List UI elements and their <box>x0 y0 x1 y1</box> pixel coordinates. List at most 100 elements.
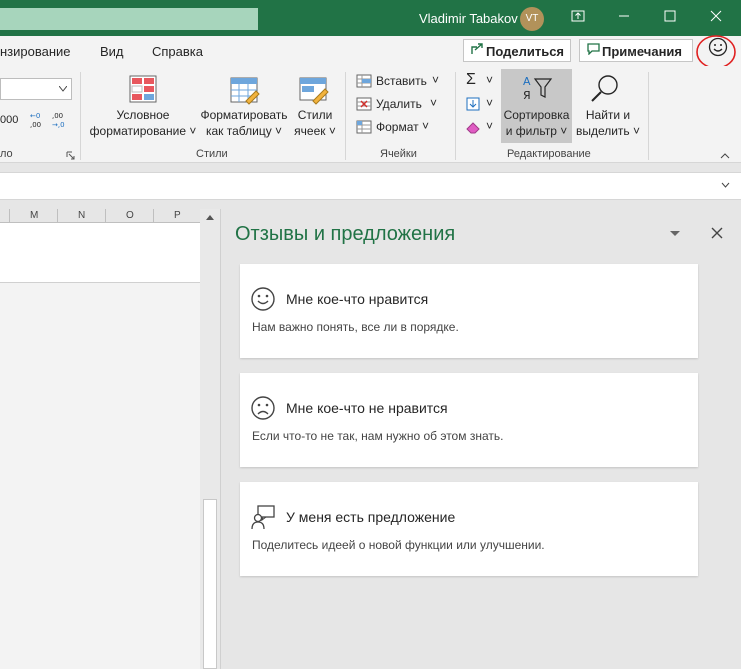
sheet-area[interactable] <box>0 283 200 669</box>
fill-button[interactable]: ˅ <box>466 95 496 115</box>
cells-group-label: Ячейки <box>380 148 417 160</box>
insert-cells-icon <box>356 74 372 88</box>
column-header[interactable]: O <box>126 210 134 221</box>
format-cells-icon <box>356 120 372 134</box>
number-format-dropdown[interactable] <box>0 78 72 100</box>
pane-options-icon[interactable] <box>670 231 680 237</box>
chevron-down-icon: ˅ <box>486 96 494 110</box>
vertical-scrollbar[interactable] <box>200 209 220 669</box>
feedback-dislike-card[interactable]: Мне кое-что не нравится Если что-то не т… <box>240 373 698 467</box>
format-as-table-label-1: Форматировать <box>200 108 288 122</box>
feedback-like-card[interactable]: Мне кое-что нравится Нам важно понять, в… <box>240 264 698 358</box>
card-subtitle: Нам важно понять, все ли в порядке. <box>252 320 459 334</box>
chevron-down-icon: ˅ <box>430 96 438 110</box>
number-group-label: ло <box>0 148 13 160</box>
feedback-suggestion-card[interactable]: У меня есть предложение Поделитесь идеей… <box>240 482 698 576</box>
comments-label: Примечания <box>602 44 683 59</box>
divider <box>345 72 346 160</box>
chevron-down-icon: ˅ <box>422 119 430 133</box>
clear-button[interactable]: ˅ <box>466 118 496 138</box>
card-title: У меня есть предложение <box>286 509 456 525</box>
delete-cells-icon <box>356 97 372 111</box>
column-header[interactable]: N <box>78 210 85 221</box>
eraser-icon <box>466 122 480 134</box>
chevron-down-icon: ˅ <box>325 124 336 138</box>
scrollbar-thumb[interactable] <box>203 499 217 669</box>
close-window-icon[interactable] <box>706 8 726 28</box>
editing-group-label: Редактирование <box>507 148 591 160</box>
scroll-up-icon[interactable] <box>205 213 215 221</box>
conditional-formatting-icon <box>129 75 157 103</box>
suggestion-icon <box>251 505 275 530</box>
avatar[interactable]: VT <box>520 7 544 31</box>
expand-formula-bar-icon[interactable] <box>721 182 730 188</box>
sort-filter-label-1: Сортировка <box>503 108 570 122</box>
card-title: Мне кое-что нравится <box>286 291 429 307</box>
minimize-icon[interactable] <box>614 8 634 28</box>
sigma-icon: Σ <box>466 71 476 88</box>
user-name[interactable]: Vladimir Tabakov <box>419 11 518 26</box>
frown-icon <box>251 396 275 420</box>
divider <box>455 72 456 160</box>
conditional-formatting-label-2: форматирование <box>89 124 186 138</box>
sort-filter-label-2: и фильтр <box>505 124 557 138</box>
comment-icon <box>587 43 600 58</box>
divider <box>80 72 81 160</box>
card-subtitle: Если что-то не так, нам нужно об этом зн… <box>252 429 504 443</box>
svg-text:,00: ,00 <box>52 112 63 120</box>
cell-styles-label-2: ячеек <box>294 124 326 138</box>
magnifier-icon <box>591 75 618 102</box>
svg-text:→,0: →,0 <box>52 121 65 129</box>
thousands-format-fragment[interactable]: 000 <box>0 114 18 126</box>
search-box[interactable] <box>0 8 258 30</box>
format-as-table-label-2: как таблицу <box>205 124 272 138</box>
close-pane-icon[interactable] <box>711 227 723 239</box>
chevron-down-icon: ˅ <box>556 124 568 138</box>
formula-bar[interactable] <box>0 172 741 200</box>
chevron-down-icon: ˅ <box>486 119 494 133</box>
ribbon-display-options-icon[interactable] <box>568 8 588 28</box>
divider <box>648 72 649 160</box>
styles-group-label: Стили <box>196 148 228 160</box>
svg-text:,00: ,00 <box>30 121 41 129</box>
maximize-icon[interactable] <box>660 8 680 28</box>
find-select-label-1: Найти и <box>585 108 631 122</box>
chevron-down-icon: ˅ <box>271 124 283 138</box>
worksheet-grid[interactable]: M N O P <box>0 209 200 669</box>
comments-button[interactable]: Примечания <box>579 39 693 62</box>
insert-label: Вставить <box>376 74 427 88</box>
number-dialog-launcher-icon[interactable] <box>66 149 76 160</box>
share-button[interactable]: Поделиться <box>463 39 571 62</box>
column-headers: M N O P <box>0 209 200 223</box>
autosum-button[interactable]: Σ ˅ <box>466 71 496 92</box>
tab-view[interactable]: Вид <box>100 44 124 59</box>
column-header[interactable]: P <box>174 210 181 221</box>
find-select-button[interactable]: Найти и выделить ˅ <box>575 69 641 143</box>
sort-filter-button[interactable]: А Я Сортировка и фильтр ˅ <box>501 69 572 143</box>
column-header[interactable]: M <box>30 210 38 221</box>
svg-text:←0: ←0 <box>30 112 40 120</box>
tab-help[interactable]: Справка <box>152 44 203 59</box>
tab-review[interactable]: нзирование <box>0 44 71 59</box>
title-bar: Vladimir Tabakov VT <box>0 0 741 36</box>
chevron-down-icon: ˅ <box>186 124 197 138</box>
fill-down-icon <box>466 97 480 111</box>
feedback-pane: Отзывы и предложения Мне кое-что нравитс… <box>220 209 741 669</box>
chevron-down-icon: ˅ <box>629 124 641 138</box>
chevron-down-icon: ˅ <box>486 73 494 87</box>
delete-label: Удалить <box>376 97 422 111</box>
format-as-table-icon <box>230 77 260 105</box>
ribbon: 000 ←0,00 ,00 →,0 ло Условное форматирова… <box>0 66 741 163</box>
cell-styles-label-1: Стили <box>297 108 333 122</box>
conditional-formatting-label-1: Условное <box>116 108 170 122</box>
share-label: Поделиться <box>486 44 565 59</box>
collapse-ribbon-icon[interactable] <box>720 148 734 159</box>
pane-title: Отзывы и предложения <box>235 223 456 245</box>
smile-icon <box>251 287 275 311</box>
decrease-decimal-icon[interactable]: ,00 →,0 <box>52 110 70 130</box>
increase-decimal-icon[interactable]: ←0,00 <box>30 110 48 130</box>
cell-styles-icon <box>299 77 329 105</box>
sort-filter-icon: А Я <box>523 75 553 102</box>
chevron-down-icon: ˅ <box>432 73 440 87</box>
svg-text:А: А <box>523 75 531 88</box>
